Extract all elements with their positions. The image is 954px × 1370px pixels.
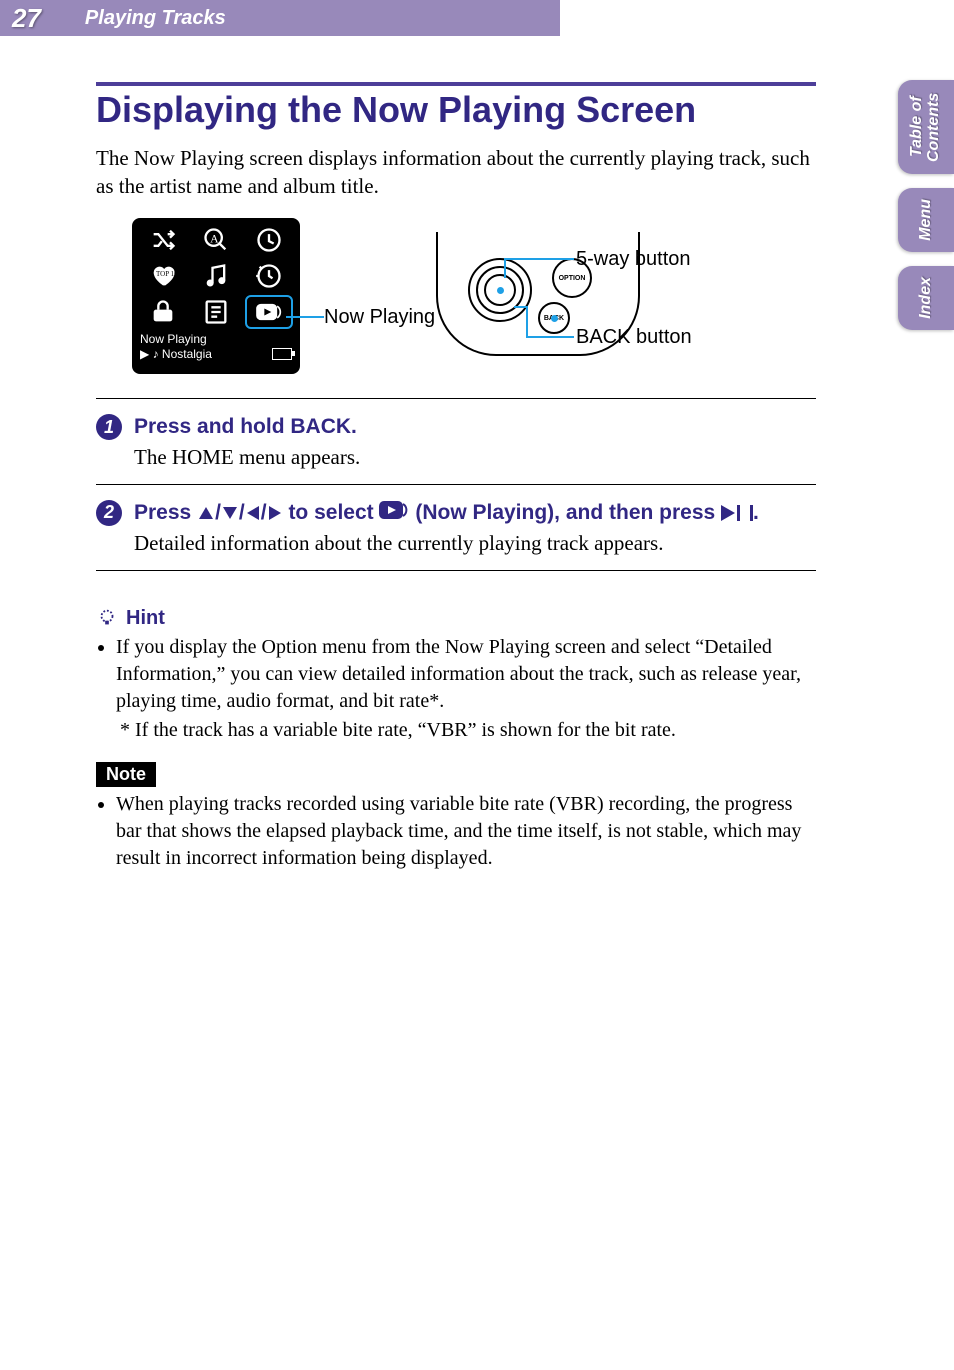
title-rule (96, 82, 816, 86)
now-playing-icon (379, 499, 409, 526)
play-pause-icon (721, 505, 753, 521)
tab-label: Index (918, 277, 935, 319)
page-number: 27 (12, 3, 41, 34)
rating-icon: TOP 100 (136, 258, 189, 294)
main-content: Displaying the Now Playing Screen The No… (96, 82, 816, 874)
tab-index[interactable]: Index (898, 266, 954, 330)
leader-line (514, 306, 528, 308)
hint-label: Hint (126, 607, 165, 630)
hint-list: If you display the Option menu from the … (96, 634, 816, 715)
hint-heading: Hint (96, 607, 816, 630)
device-now-playing-label: Now Playing (140, 332, 292, 346)
down-icon (223, 507, 237, 519)
search-icon: A (189, 222, 242, 258)
step-2: 2 Press /// to select (Now Playing), and… (96, 485, 816, 571)
note-bullet: When playing tracks recorded using varia… (116, 791, 816, 872)
up-icon (199, 507, 213, 519)
all-songs-icon (243, 222, 296, 258)
hint-footnote: * If the track has a variable bite rate,… (120, 719, 816, 742)
tab-label: Menu (918, 199, 935, 241)
settings-icon (136, 294, 189, 330)
tab-table-of-contents[interactable]: Table of Contents (898, 80, 954, 174)
side-tabs: Table of Contents Menu Index (898, 80, 954, 330)
back-button: BACK (538, 302, 570, 334)
playlists-icon (189, 294, 242, 330)
back-callout: BACK button (576, 326, 692, 349)
page-title: Displaying the Now Playing Screen (96, 90, 816, 130)
right-icon (269, 506, 281, 520)
page-header: 27 Playing Tracks (0, 0, 954, 36)
battery-icon (272, 348, 292, 360)
shuffle-icon (136, 222, 189, 258)
five-way-callout: 5-way button (576, 248, 691, 271)
step-badge: 2 (96, 500, 122, 526)
tab-menu[interactable]: Menu (898, 188, 954, 252)
step-heading: Press and hold BACK. (134, 413, 357, 440)
lightbulb-icon (96, 607, 118, 629)
tab-label: Table of Contents (909, 80, 943, 174)
device-screen: A TOP 100 Now Playing ▶ ♪ Nostalgia (132, 218, 300, 374)
intro-text: The Now Playing screen displays informat… (96, 144, 816, 201)
five-way-button (468, 258, 532, 322)
note-label: Note (96, 762, 156, 787)
hint-bullet: If you display the Option menu from the … (116, 634, 816, 715)
section-title: Playing Tracks (85, 7, 226, 30)
leader-line (506, 258, 574, 260)
steps-list: 1 Press and hold BACK. The HOME menu app… (96, 398, 816, 570)
now-playing-icon (245, 295, 293, 329)
figure-row: A TOP 100 Now Playing ▶ ♪ Nostalgia Now … (96, 218, 816, 388)
step-body: The HOME menu appears. (134, 445, 816, 470)
leader-line (526, 306, 528, 338)
step-badge: 1 (96, 414, 122, 440)
step-heading: Press /// to select (Now Playing), and t… (134, 499, 759, 527)
device-track-name: ▶ ♪ Nostalgia (140, 347, 212, 361)
leader-line (286, 316, 324, 318)
svg-text:A: A (210, 233, 219, 246)
now-playing-cell (243, 294, 296, 330)
step-body: Detailed information about the currently… (134, 531, 816, 556)
music-library-icon (189, 258, 242, 294)
note-list: When playing tracks recorded using varia… (96, 791, 816, 872)
left-icon (247, 506, 259, 520)
leader-line (504, 258, 506, 278)
recent-icon (243, 258, 296, 294)
now-playing-callout: Now Playing (324, 306, 435, 329)
step-1: 1 Press and hold BACK. The HOME menu app… (96, 399, 816, 484)
leader-line (528, 336, 574, 338)
svg-text:TOP 100: TOP 100 (156, 270, 177, 278)
